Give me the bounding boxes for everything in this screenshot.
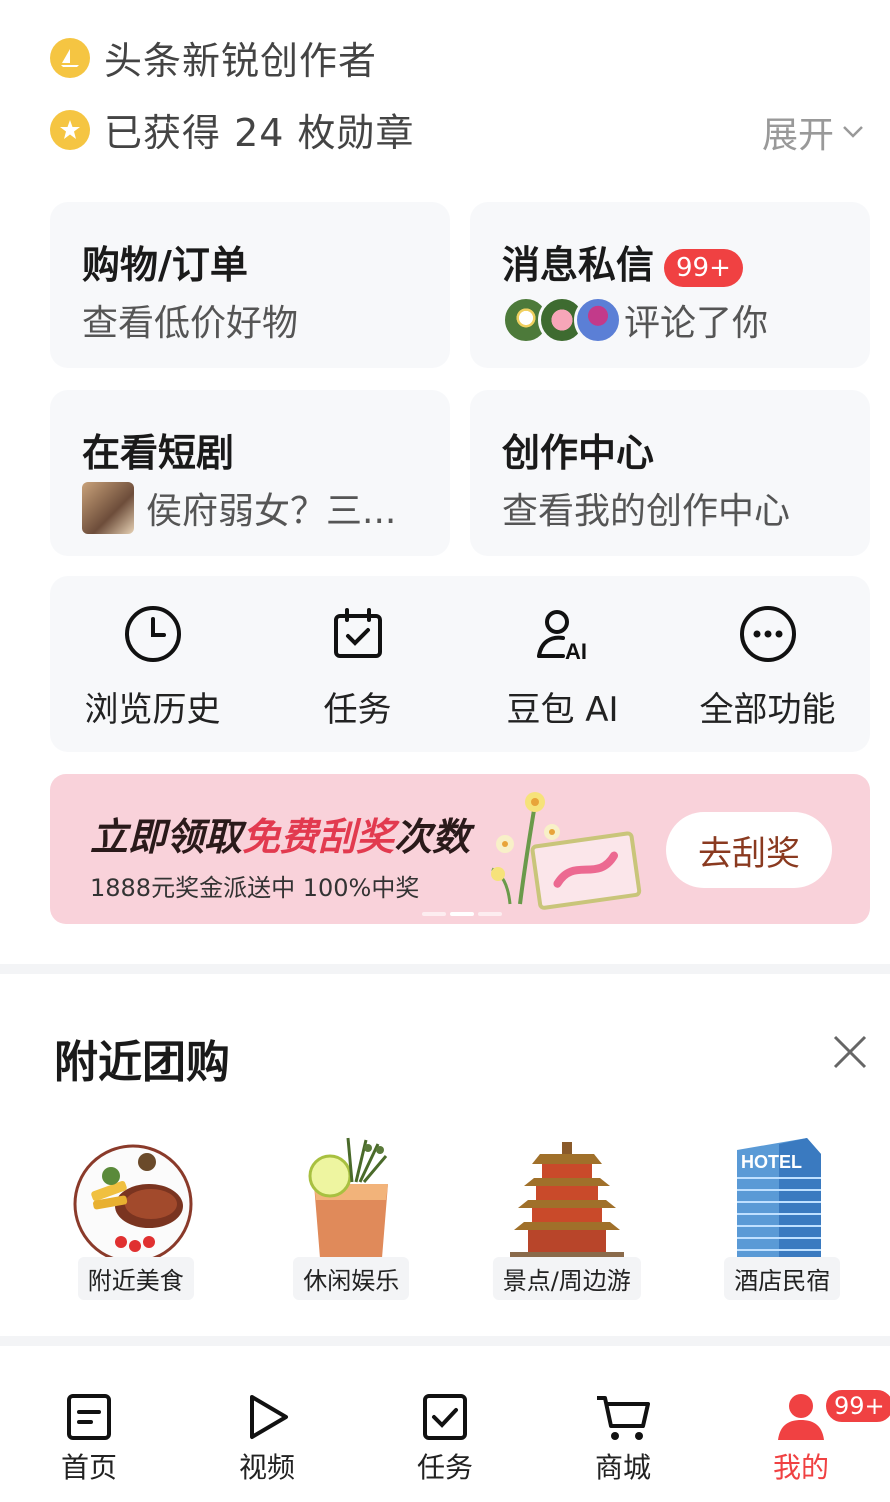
carousel-indicator <box>422 912 506 916</box>
drama-card-title: 在看短剧 <box>82 431 235 475</box>
steak-plate-image <box>73 1144 193 1264</box>
category-label: 景点/周边游 <box>492 1257 641 1300</box>
ai-person-icon: AI <box>536 610 587 664</box>
cocktail-image <box>308 1137 389 1258</box>
category-hotels[interactable]: HOTEL 酒店民宿 <box>675 1134 890 1300</box>
shopping-orders-card[interactable]: 购物/订单 查看低价好物 <box>50 202 450 368</box>
creator-badge-row[interactable]: 头条新锐创作者 <box>50 30 377 85</box>
category-label: 酒店民宿 <box>724 1257 841 1300</box>
medals-row[interactable]: 已获得 24 枚勋章 <box>50 102 415 157</box>
flowers-ticket-illustration <box>491 792 642 910</box>
nearby-categories: 附近美食 休闲娱乐 景点/周边游 HOTEL 酒店民宿 <box>0 1134 890 1300</box>
quick-action-label: 全部功能 <box>699 690 836 730</box>
tab-video[interactable]: 视频 <box>178 1348 356 1502</box>
sailboat-medal-icon <box>50 37 90 78</box>
svg-text:HOTEL: HOTEL <box>741 1152 802 1172</box>
messages-unread-badge: 99+ <box>664 248 743 287</box>
quick-action-tasks[interactable]: 任务 <box>255 576 460 752</box>
scratch-button[interactable]: 去刮奖 <box>666 812 832 888</box>
task-check-icon <box>423 1394 467 1440</box>
creator-center-card[interactable]: 创作中心 查看我的创作中心 <box>470 390 870 556</box>
tab-mall[interactable]: 商城 <box>534 1348 712 1502</box>
creator-badge-label: 头条新锐创作者 <box>104 39 378 83</box>
expand-label: 展开 <box>761 115 834 156</box>
tab-label: 视频 <box>238 1451 295 1484</box>
tab-notification-badge: 99+ <box>824 1388 890 1424</box>
chevron-down-icon <box>843 126 863 138</box>
drama-card-subtitle: 侯府弱女？三... <box>82 482 396 534</box>
short-drama-card[interactable]: 在看短剧 侯府弱女？三... <box>50 390 450 556</box>
quick-action-label: 豆包 AI <box>506 690 619 730</box>
tab-home[interactable]: 首页 <box>0 1348 178 1502</box>
messages-card[interactable]: 消息私信 99+ 评论了你 <box>470 202 870 368</box>
tab-me[interactable]: 我的 99+ <box>712 1348 890 1502</box>
calendar-check-icon <box>333 608 382 658</box>
category-label: 附近美食 <box>77 1257 194 1300</box>
expand-button[interactable]: 展开 <box>762 106 864 158</box>
tab-label: 商城 <box>594 1451 651 1484</box>
promo-title: 立即领取免费刮奖次数 <box>90 814 471 859</box>
quick-action-doubao-ai[interactable]: AI 豆包 AI <box>460 576 665 752</box>
avatar <box>574 296 622 344</box>
user-icon <box>778 1394 824 1440</box>
promo-subtitle: 1888元奖金派送中 100%中奖 <box>90 874 420 902</box>
quick-action-history[interactable]: 浏览历史 <box>50 576 255 752</box>
category-attractions[interactable]: 景点/周边游 <box>459 1134 675 1300</box>
tab-tasks[interactable]: 任务 <box>356 1348 534 1502</box>
category-label: 休闲娱乐 <box>293 1257 410 1300</box>
star-medal-icon <box>50 109 90 150</box>
creator-card-subtitle: 查看我的创作中心 <box>502 491 791 532</box>
quick-actions: 浏览历史 任务 AI 豆包 AI 全部功能 <box>50 576 870 752</box>
tab-label: 我的 <box>772 1451 829 1484</box>
nearby-section-title: 附近团购 <box>54 1037 230 1088</box>
messages-card-title: 消息私信 99+ <box>502 234 743 289</box>
bottom-tab-bar: 首页 视频 任务 商城 我的 99+ <box>0 1348 890 1502</box>
section-divider <box>0 1336 890 1346</box>
hotel-building-image: HOTEL <box>737 1138 822 1264</box>
shopping-card-subtitle: 查看低价好物 <box>82 303 299 344</box>
close-icon[interactable] <box>832 1034 868 1070</box>
play-icon <box>250 1395 288 1439</box>
pagoda-image <box>509 1142 624 1260</box>
tab-label: 首页 <box>60 1451 117 1484</box>
section-divider <box>0 964 890 974</box>
commenter-avatars <box>502 296 622 344</box>
svg-text:AI: AI <box>565 639 587 664</box>
shopping-card-title: 购物/订单 <box>82 243 248 287</box>
clock-icon <box>124 606 181 662</box>
tab-label: 任务 <box>416 1451 473 1484</box>
category-leisure[interactable]: 休闲娱乐 <box>244 1134 460 1300</box>
quick-action-all-features[interactable]: 全部功能 <box>665 576 870 752</box>
category-food[interactable]: 附近美食 <box>28 1134 244 1300</box>
medals-count-label: 已获得 24 枚勋章 <box>104 111 415 155</box>
home-doc-icon <box>67 1394 111 1440</box>
scratch-prize-banner[interactable]: 立即领取免费刮奖次数 1888元奖金派送中 100%中奖 去刮奖 <box>50 774 870 924</box>
cart-icon <box>597 1396 650 1440</box>
quick-action-label: 浏览历史 <box>84 690 221 730</box>
quick-action-label: 任务 <box>323 690 392 730</box>
creator-card-title: 创作中心 <box>502 431 655 475</box>
more-dots-icon <box>739 606 796 662</box>
drama-poster-thumbnail <box>82 482 134 534</box>
messages-card-subtitle: 评论了你 <box>502 294 768 346</box>
